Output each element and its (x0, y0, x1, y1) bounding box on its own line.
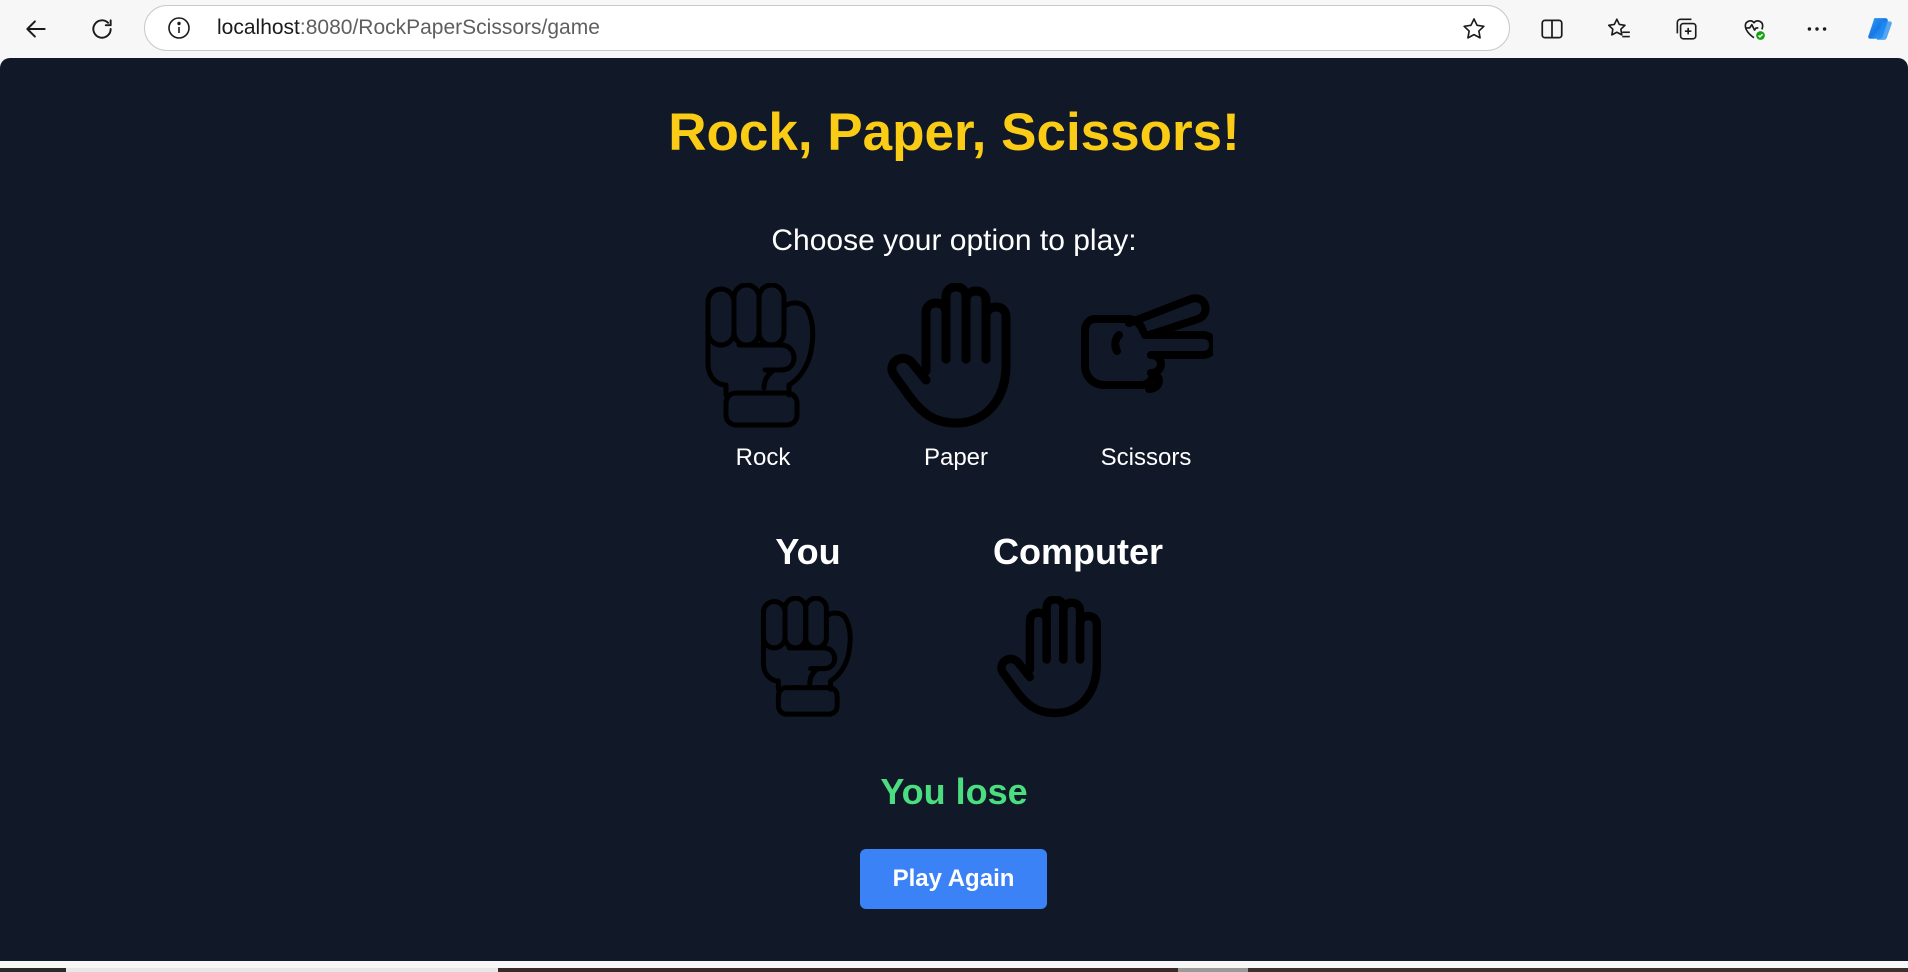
player-choice-fist-icon (760, 596, 853, 717)
back-button[interactable] (16, 9, 56, 49)
site-info-icon[interactable] (167, 16, 191, 40)
copilot-icon (1868, 18, 1892, 40)
split-screen-button[interactable] (1532, 9, 1572, 49)
rock-option[interactable]: Rock (683, 283, 843, 473)
scissors-label: Scissors (1100, 444, 1192, 471)
game-page (0, 58, 1908, 961)
result-message: You lose (880, 771, 1028, 812)
favorites-button[interactable] (1599, 9, 1639, 49)
collections-icon (1676, 18, 1697, 40)
reload-button[interactable] (82, 9, 122, 49)
url-text[interactable]: localhost:8080/RockPaperScissors/game (217, 6, 600, 50)
copilot-button[interactable] (1860, 9, 1900, 49)
favorite-star-icon[interactable] (1461, 16, 1487, 42)
taskbar-preview-strip (0, 961, 1908, 972)
rock-label: Rock (735, 444, 791, 471)
back-arrow-icon (26, 20, 46, 38)
more-options-button[interactable] (1797, 9, 1837, 49)
heart-pulse-icon (1744, 20, 1765, 40)
browser-essentials-button[interactable] (1734, 9, 1774, 49)
computer-choice-open-hand-icon (997, 596, 1101, 718)
open-hand-icon (887, 283, 1011, 428)
play-again-button[interactable]: Play Again (860, 849, 1047, 909)
scissors-hand-icon (1081, 294, 1213, 393)
player-heading: You (775, 531, 841, 572)
game-title: Rock, Paper, Scissors! (668, 103, 1240, 162)
scissors-option[interactable]: Scissors (1066, 283, 1226, 473)
paper-option[interactable]: Paper (876, 283, 1036, 473)
paper-label: Paper (923, 444, 989, 471)
choose-option-prompt: Choose your option to play: (771, 224, 1137, 257)
url-path: :8080/RockPaperScissors/game (299, 16, 600, 39)
address-bar[interactable]: localhost:8080/RockPaperScissors/game (144, 5, 1510, 51)
collections-button[interactable] (1666, 9, 1706, 49)
split-screen-icon (1541, 19, 1563, 39)
computer-heading: Computer (993, 531, 1163, 572)
fist-icon (705, 283, 816, 428)
more-options-icon (1807, 27, 1827, 31)
url-host: localhost (217, 16, 300, 39)
favorites-icon (1607, 18, 1630, 38)
reload-icon (92, 19, 112, 39)
browser-toolbar: localhost:8080/RockPaperScissors/game (0, 0, 1908, 57)
